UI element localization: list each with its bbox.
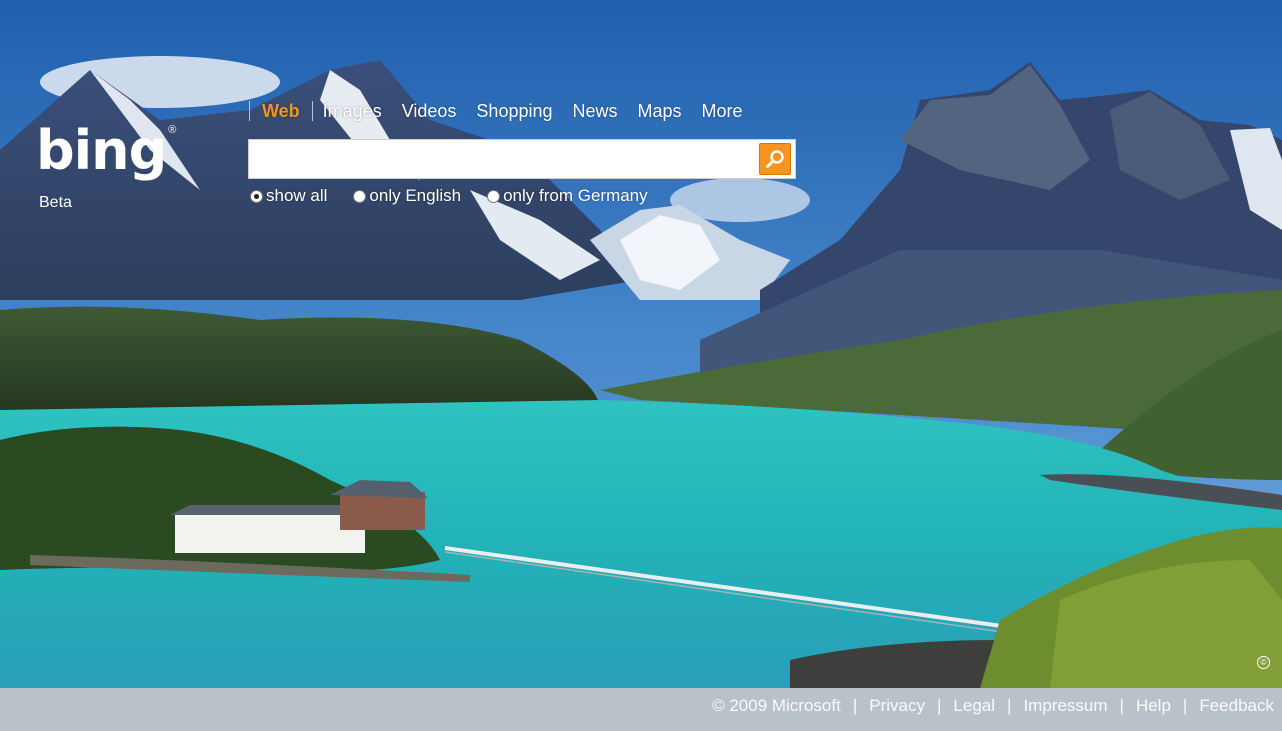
footer-divider: | xyxy=(1119,696,1124,715)
radio-button-selected[interactable] xyxy=(250,189,263,203)
footer-link-feedback[interactable]: Feedback xyxy=(1199,696,1274,716)
nav-item-web[interactable]: Web xyxy=(262,101,300,122)
nav-item-maps[interactable]: Maps xyxy=(638,101,682,122)
radio-button[interactable] xyxy=(487,189,501,203)
footer-copyright: © 2009 Microsoft xyxy=(712,696,841,715)
scope-option-only-germany[interactable]: only from Germany xyxy=(487,186,648,206)
nav-item-news[interactable]: News xyxy=(573,101,618,122)
search-box xyxy=(248,139,796,179)
image-copyright-icon[interactable]: © xyxy=(1257,656,1270,669)
scope-option-show-all[interactable]: show all xyxy=(250,186,327,206)
scope-label: only English xyxy=(369,186,462,205)
nav-item-more[interactable]: More xyxy=(702,101,743,122)
trademark-mark: ® xyxy=(168,124,177,136)
radio-button[interactable] xyxy=(353,189,367,203)
footer-links: © 2009 Microsoft | Privacy | Legal | Imp… xyxy=(712,696,1274,716)
footer-divider: | xyxy=(1007,696,1012,715)
footer-link-legal[interactable]: Legal xyxy=(953,696,995,716)
vertical-nav: Web Images Videos Shopping News Maps Mor… xyxy=(249,99,753,123)
scope-label: show all xyxy=(266,186,328,205)
scope-option-only-english[interactable]: only English xyxy=(353,186,461,206)
footer-divider: | xyxy=(1182,696,1188,715)
nav-item-images[interactable]: Images xyxy=(323,101,382,122)
search-button[interactable] xyxy=(759,143,791,175)
magnifier-icon xyxy=(766,150,784,168)
footer-divider: | xyxy=(936,696,942,715)
nav-separator xyxy=(249,101,250,121)
logo-wordmark: bing xyxy=(36,119,167,182)
footer-link-help[interactable]: Help xyxy=(1136,696,1171,716)
footer-link-impressum[interactable]: Impressum xyxy=(1023,696,1107,716)
nav-separator xyxy=(311,101,313,121)
bing-logo[interactable]: bing ® xyxy=(36,124,176,178)
search-scope-options: show all only English only from Germany xyxy=(250,186,674,206)
search-input[interactable] xyxy=(255,146,759,174)
beta-label: Beta xyxy=(39,194,72,211)
nav-item-videos[interactable]: Videos xyxy=(402,101,457,122)
footer-link-privacy[interactable]: Privacy xyxy=(869,696,925,716)
footer: © 2009 Microsoft | Privacy | Legal | Imp… xyxy=(0,688,1282,731)
nav-item-shopping[interactable]: Shopping xyxy=(476,101,552,122)
footer-divider: | xyxy=(852,696,858,715)
scope-label: only from Germany xyxy=(503,186,648,205)
